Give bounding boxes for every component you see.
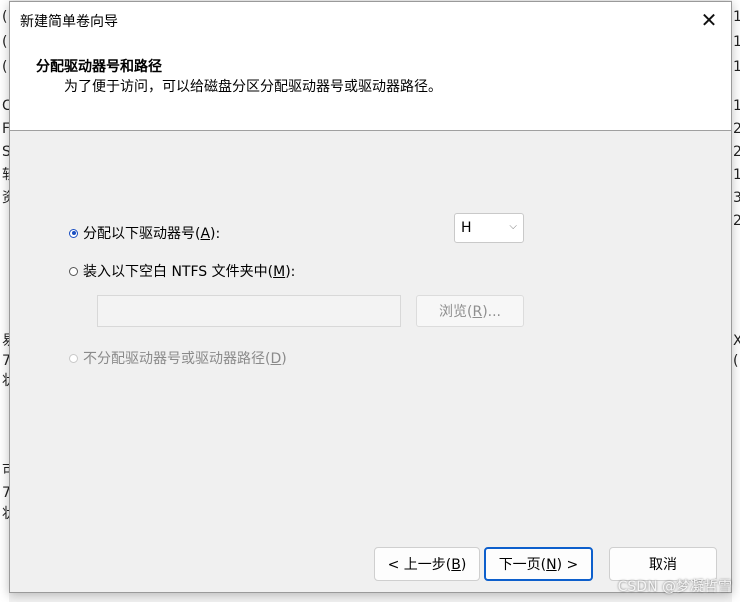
bg-right-char: X	[733, 333, 740, 349]
dialog-title: 新建简单卷向导	[20, 14, 118, 30]
bg-right-char: 3	[733, 190, 740, 206]
bg-left-char: (	[2, 9, 8, 25]
back-button-label: < 上一步(B)	[387, 557, 467, 573]
next-button-label: 下一页(N) >	[498, 557, 579, 573]
close-icon: ✕	[700, 8, 718, 32]
folder-path-input[interactable]	[97, 295, 401, 327]
step-title: 分配驱动器号和路径	[36, 59, 162, 75]
bg-right-char: 1	[733, 9, 740, 25]
radio-assign-drive-letter[interactable]: 分配以下驱动器号(A):	[69, 223, 220, 243]
title-bar[interactable]: 新建简单卷向导 ✕	[10, 2, 731, 38]
background-window-right: 1 1 1 1 2 2 1 3 2 X (	[732, 0, 740, 602]
watermark: CSDN @梦凝哲雪	[617, 579, 732, 595]
new-simple-volume-wizard-dialog: 新建简单卷向导 ✕ 分配驱动器号和路径 为了便于访问，可以给磁盘分区分配驱动器号…	[9, 1, 732, 593]
step-description: 为了便于访问，可以给磁盘分区分配驱动器号或驱动器路径。	[64, 79, 442, 95]
next-button[interactable]: 下一页(N) >	[484, 547, 593, 581]
bg-right-char: 1	[733, 34, 740, 50]
bg-right-char: 2	[733, 213, 740, 229]
bg-left-char: (	[2, 59, 8, 75]
wizard-header: 分配驱动器号和路径 为了便于访问，可以给磁盘分区分配驱动器号或驱动器路径。	[10, 38, 731, 131]
cancel-button-label: 取消	[649, 557, 677, 573]
drive-letter-select[interactable]: H ⌵	[454, 213, 524, 243]
bg-right-char: 2	[733, 144, 740, 160]
radio-no-drive-letter[interactable]: 不分配驱动器号或驱动器路径(D)	[69, 348, 287, 368]
background-window-left: (((CFS软资易7状可7状	[0, 0, 16, 602]
bg-right-char: 1	[733, 98, 740, 114]
bg-right-char: (	[733, 353, 739, 369]
bg-left-char: (	[2, 34, 8, 50]
radio-selected-icon[interactable]	[69, 228, 78, 238]
bg-right-char: 1	[733, 59, 740, 75]
close-button[interactable]: ✕	[687, 2, 731, 38]
radio-no-drive-letter-label: 不分配驱动器号或驱动器路径(D)	[83, 351, 287, 367]
radio-assign-drive-letter-label: 分配以下驱动器号(A):	[83, 226, 221, 242]
radio-mount-ntfs-folder-label: 装入以下空白 NTFS 文件夹中(M):	[83, 264, 296, 280]
radio-disabled-icon[interactable]	[69, 353, 78, 363]
back-button[interactable]: < 上一步(B)	[374, 547, 480, 581]
browse-button-label: 浏览(R)...	[438, 304, 501, 320]
chevron-down-icon: ⌵	[509, 221, 517, 232]
radio-unselected-icon[interactable]	[69, 266, 78, 276]
drive-letter-value: H	[461, 220, 472, 236]
bg-right-char: 1	[733, 167, 740, 183]
radio-mount-ntfs-folder[interactable]: 装入以下空白 NTFS 文件夹中(M):	[69, 261, 295, 281]
bg-right-char: 2	[733, 121, 740, 137]
screen: (((CFS软资易7状可7状 111122132X( 新建简单卷向导 ✕ 分配驱…	[0, 0, 740, 602]
browse-button[interactable]: 浏览(R)...	[416, 295, 524, 327]
